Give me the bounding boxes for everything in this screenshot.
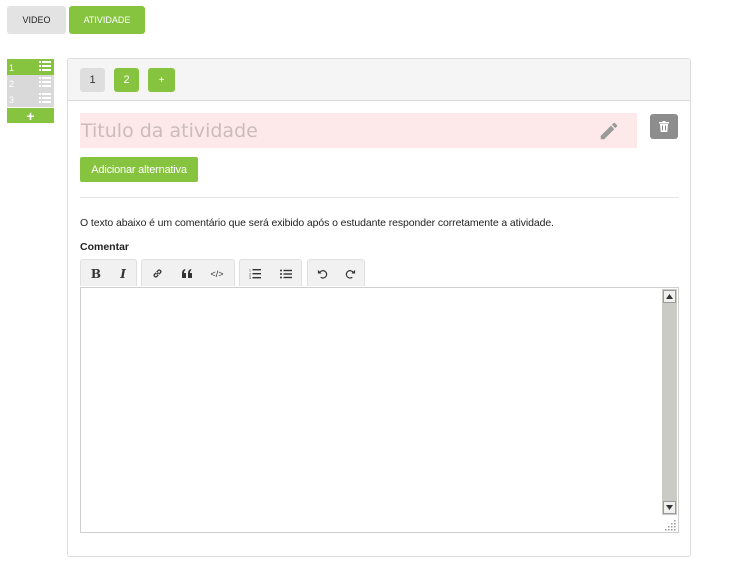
list-icon [39,77,51,87]
activity-item-number: 3 [9,95,15,105]
tab-atividade[interactable]: ATIVIDADE [69,6,145,34]
trash-icon [659,121,669,132]
scroll-down-arrow-icon[interactable] [663,501,676,514]
toolbar-group-history [307,259,365,286]
comment-label: Comentar [80,241,130,253]
tab-video[interactable]: VIDEO [7,6,66,34]
quote-icon[interactable] [176,264,198,283]
activity-item-1[interactable]: 1 [7,59,54,75]
activity-title-placeholder: Titulo da atividade [81,119,258,142]
toolbar-group-lists: 123 [239,259,302,286]
bold-icon[interactable]: B [85,264,107,283]
comment-editor[interactable] [80,287,679,533]
comment-info-text: O texto abaixo é um comentário que será … [80,217,554,229]
activity-item-number: 2 [9,79,15,89]
comment-editor-content [81,288,678,300]
code-icon[interactable]: </> [206,264,228,283]
page-button-2[interactable]: 2 [114,68,139,92]
activity-panel: 1 2 + Titulo da atividade Adicionar alte… [67,58,691,557]
link-icon[interactable] [146,264,168,283]
toolbar-group-format: B I [80,259,137,286]
add-alternative-button[interactable]: Adicionar alternativa [80,157,198,182]
list-icon [39,61,51,71]
add-activity-button[interactable]: + [7,108,54,124]
page-button-1[interactable]: 1 [80,68,105,92]
panel-header: 1 2 + [68,59,690,101]
activity-item-3[interactable]: 3 [7,91,54,107]
divider [80,197,679,198]
italic-icon[interactable]: I [112,264,134,283]
toolbar-group-blocks: </> [141,259,235,286]
activity-item-number: 1 [9,63,15,73]
list-icon [39,93,51,103]
activity-item-2[interactable]: 2 [7,75,54,91]
add-page-button[interactable]: + [148,68,175,92]
resize-handle-icon[interactable] [665,519,677,531]
activity-list: 1 2 3 + [7,59,54,124]
unordered-list-icon[interactable] [275,264,297,283]
undo-icon[interactable] [311,264,333,283]
ordered-list-icon[interactable]: 123 [244,264,266,283]
svg-text:3: 3 [249,276,251,279]
activity-title-input[interactable]: Titulo da atividade [80,113,637,148]
pencil-icon[interactable] [598,120,620,142]
scroll-up-arrow-icon[interactable] [663,290,676,303]
redo-icon[interactable] [339,264,361,283]
editor-scrollbar[interactable] [662,289,677,515]
delete-activity-button[interactable] [650,114,678,139]
